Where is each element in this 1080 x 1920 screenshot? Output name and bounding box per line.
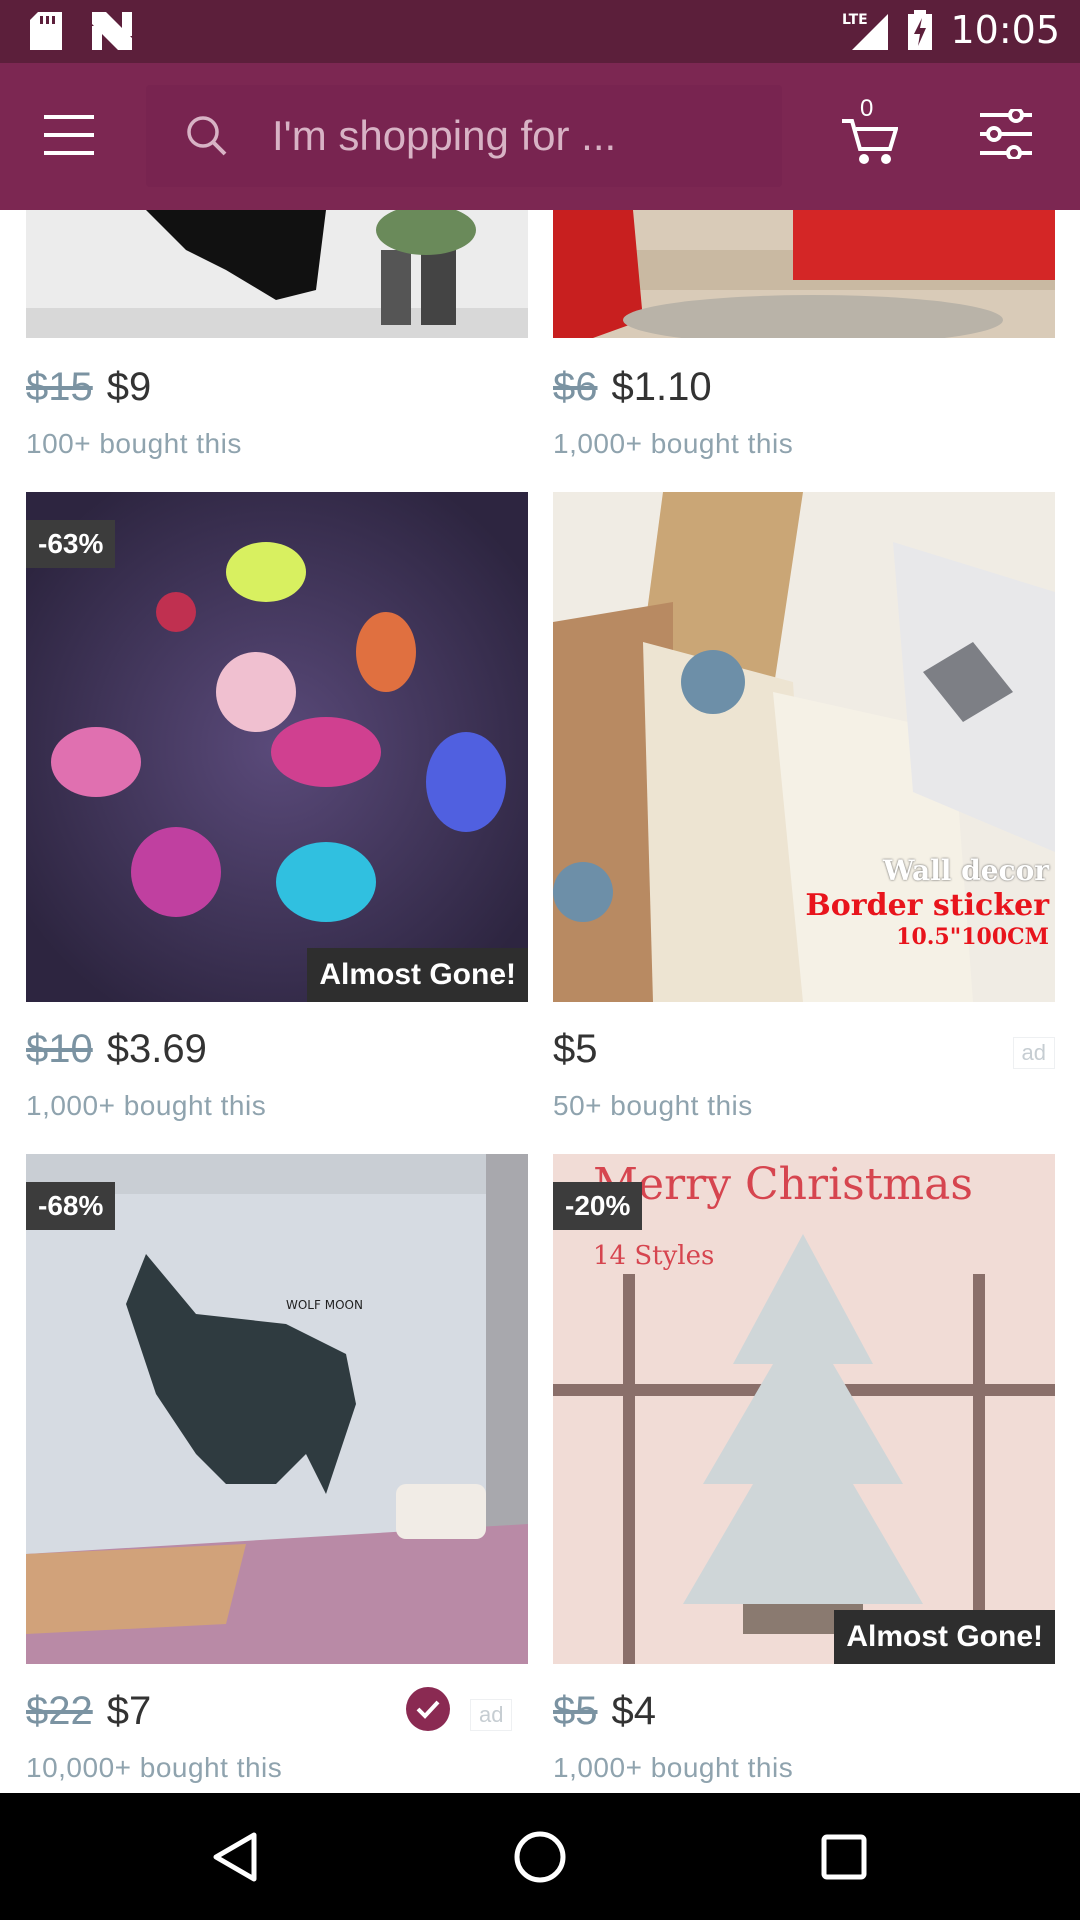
bought-count: 1,000+ bought this bbox=[553, 428, 794, 459]
battery-charging-icon bbox=[908, 10, 933, 50]
back-triangle-icon bbox=[213, 1832, 257, 1882]
image-caption-line: WOLF MOON bbox=[286, 1298, 363, 1312]
ad-tag: ad bbox=[1012, 1037, 1055, 1069]
product-image bbox=[26, 210, 528, 338]
product-card[interactable]: -63% Almost Gone! $10 $3.69 1,000+ bough… bbox=[26, 492, 528, 1132]
status-bar: LTE 10:05 bbox=[0, 0, 1080, 63]
home-button[interactable] bbox=[504, 1821, 576, 1893]
product-card[interactable]: Merry Christmas 14 Styles -20% Almost Gon… bbox=[553, 1154, 1055, 1793]
image-caption-line: 10.5"100CM bbox=[896, 923, 1049, 950]
image-caption-line: Wall decor bbox=[882, 854, 1049, 887]
cart-count: 0 bbox=[860, 95, 874, 122]
old-price: $5 bbox=[553, 1689, 598, 1733]
system-nav-bar bbox=[0, 1793, 1080, 1920]
bought-count: 1,000+ bought this bbox=[553, 1752, 794, 1783]
product-card[interactable]: Wall decor Border sticker 10.5"100CM $5 … bbox=[553, 492, 1055, 1132]
ad-tag: ad bbox=[470, 1699, 513, 1731]
search-icon bbox=[187, 116, 227, 156]
product-card[interactable]: $6 $1.10 1,000+ bought this bbox=[553, 210, 1055, 459]
status-time: 10:05 bbox=[950, 8, 1060, 52]
current-price: $1.10 bbox=[611, 365, 712, 409]
filter-button[interactable] bbox=[980, 107, 1032, 161]
bought-count: 50+ bought this bbox=[553, 1090, 753, 1121]
bought-count: 100+ bought this bbox=[26, 428, 242, 459]
old-price: $10 bbox=[26, 1027, 93, 1071]
old-price: $6 bbox=[553, 365, 598, 409]
price-line: $22 $7 bbox=[26, 1689, 151, 1734]
product-image: WOLF MOON -68% bbox=[26, 1154, 528, 1664]
search-input[interactable] bbox=[272, 109, 752, 163]
menu-button[interactable] bbox=[44, 115, 100, 157]
current-price: $9 bbox=[106, 365, 152, 409]
old-price: $15 bbox=[26, 365, 93, 409]
price-line: $15 $9 bbox=[26, 365, 151, 410]
search-box[interactable] bbox=[146, 85, 782, 187]
product-card[interactable]: WOLF MOON -68% $22 $7 ad 10,000+ bought … bbox=[26, 1154, 528, 1793]
hamburger-icon bbox=[44, 115, 94, 155]
filter-sliders-icon bbox=[980, 107, 1032, 161]
price-line: $5 bbox=[553, 1027, 598, 1072]
back-button[interactable] bbox=[200, 1821, 272, 1893]
product-feed[interactable]: $15 $9 100+ bought this $6 $1.10 1,000+ … bbox=[0, 210, 1080, 1793]
discount-badge: -20% bbox=[553, 1182, 643, 1230]
price-line: $5 $4 bbox=[553, 1689, 656, 1734]
bought-count: 10,000+ bought this bbox=[26, 1752, 283, 1783]
sd-card-icon bbox=[30, 12, 62, 50]
product-image: Wall decor Border sticker 10.5"100CM bbox=[553, 492, 1055, 1002]
current-price: $3.69 bbox=[106, 1027, 207, 1071]
signal-icon: LTE bbox=[842, 12, 889, 50]
cart-button[interactable]: 0 bbox=[840, 95, 899, 165]
current-price: $4 bbox=[611, 1689, 657, 1733]
current-price: $5 bbox=[553, 1027, 598, 1071]
app-bar: 0 bbox=[0, 63, 1080, 210]
discount-badge: -63% bbox=[26, 520, 116, 568]
recents-square-icon bbox=[821, 1834, 867, 1880]
almost-gone-badge: Almost Gone! bbox=[834, 1610, 1055, 1664]
price-line: $6 $1.10 bbox=[553, 365, 712, 410]
product-image: Merry Christmas 14 Styles -20% Almost Gon… bbox=[553, 1154, 1055, 1664]
svg-text:LTE: LTE bbox=[842, 12, 868, 28]
verified-check-icon bbox=[406, 1687, 450, 1731]
almost-gone-badge: Almost Gone! bbox=[307, 948, 528, 1002]
app-notification-icon bbox=[92, 12, 132, 50]
image-caption-line: Border sticker bbox=[805, 887, 1049, 923]
current-price: $7 bbox=[106, 1689, 152, 1733]
image-caption-line: Merry Christmas bbox=[593, 1159, 973, 1210]
product-image bbox=[553, 210, 1055, 338]
product-card[interactable]: $15 $9 100+ bought this bbox=[26, 210, 528, 459]
discount-badge: -68% bbox=[26, 1182, 116, 1230]
product-image: -63% Almost Gone! bbox=[26, 492, 528, 1002]
recents-button[interactable] bbox=[808, 1821, 880, 1893]
price-line: $10 $3.69 bbox=[26, 1027, 207, 1072]
home-circle-icon bbox=[514, 1831, 566, 1883]
old-price: $22 bbox=[26, 1689, 93, 1733]
bought-count: 1,000+ bought this bbox=[26, 1090, 267, 1121]
image-caption-line: 14 Styles bbox=[593, 1241, 714, 1271]
